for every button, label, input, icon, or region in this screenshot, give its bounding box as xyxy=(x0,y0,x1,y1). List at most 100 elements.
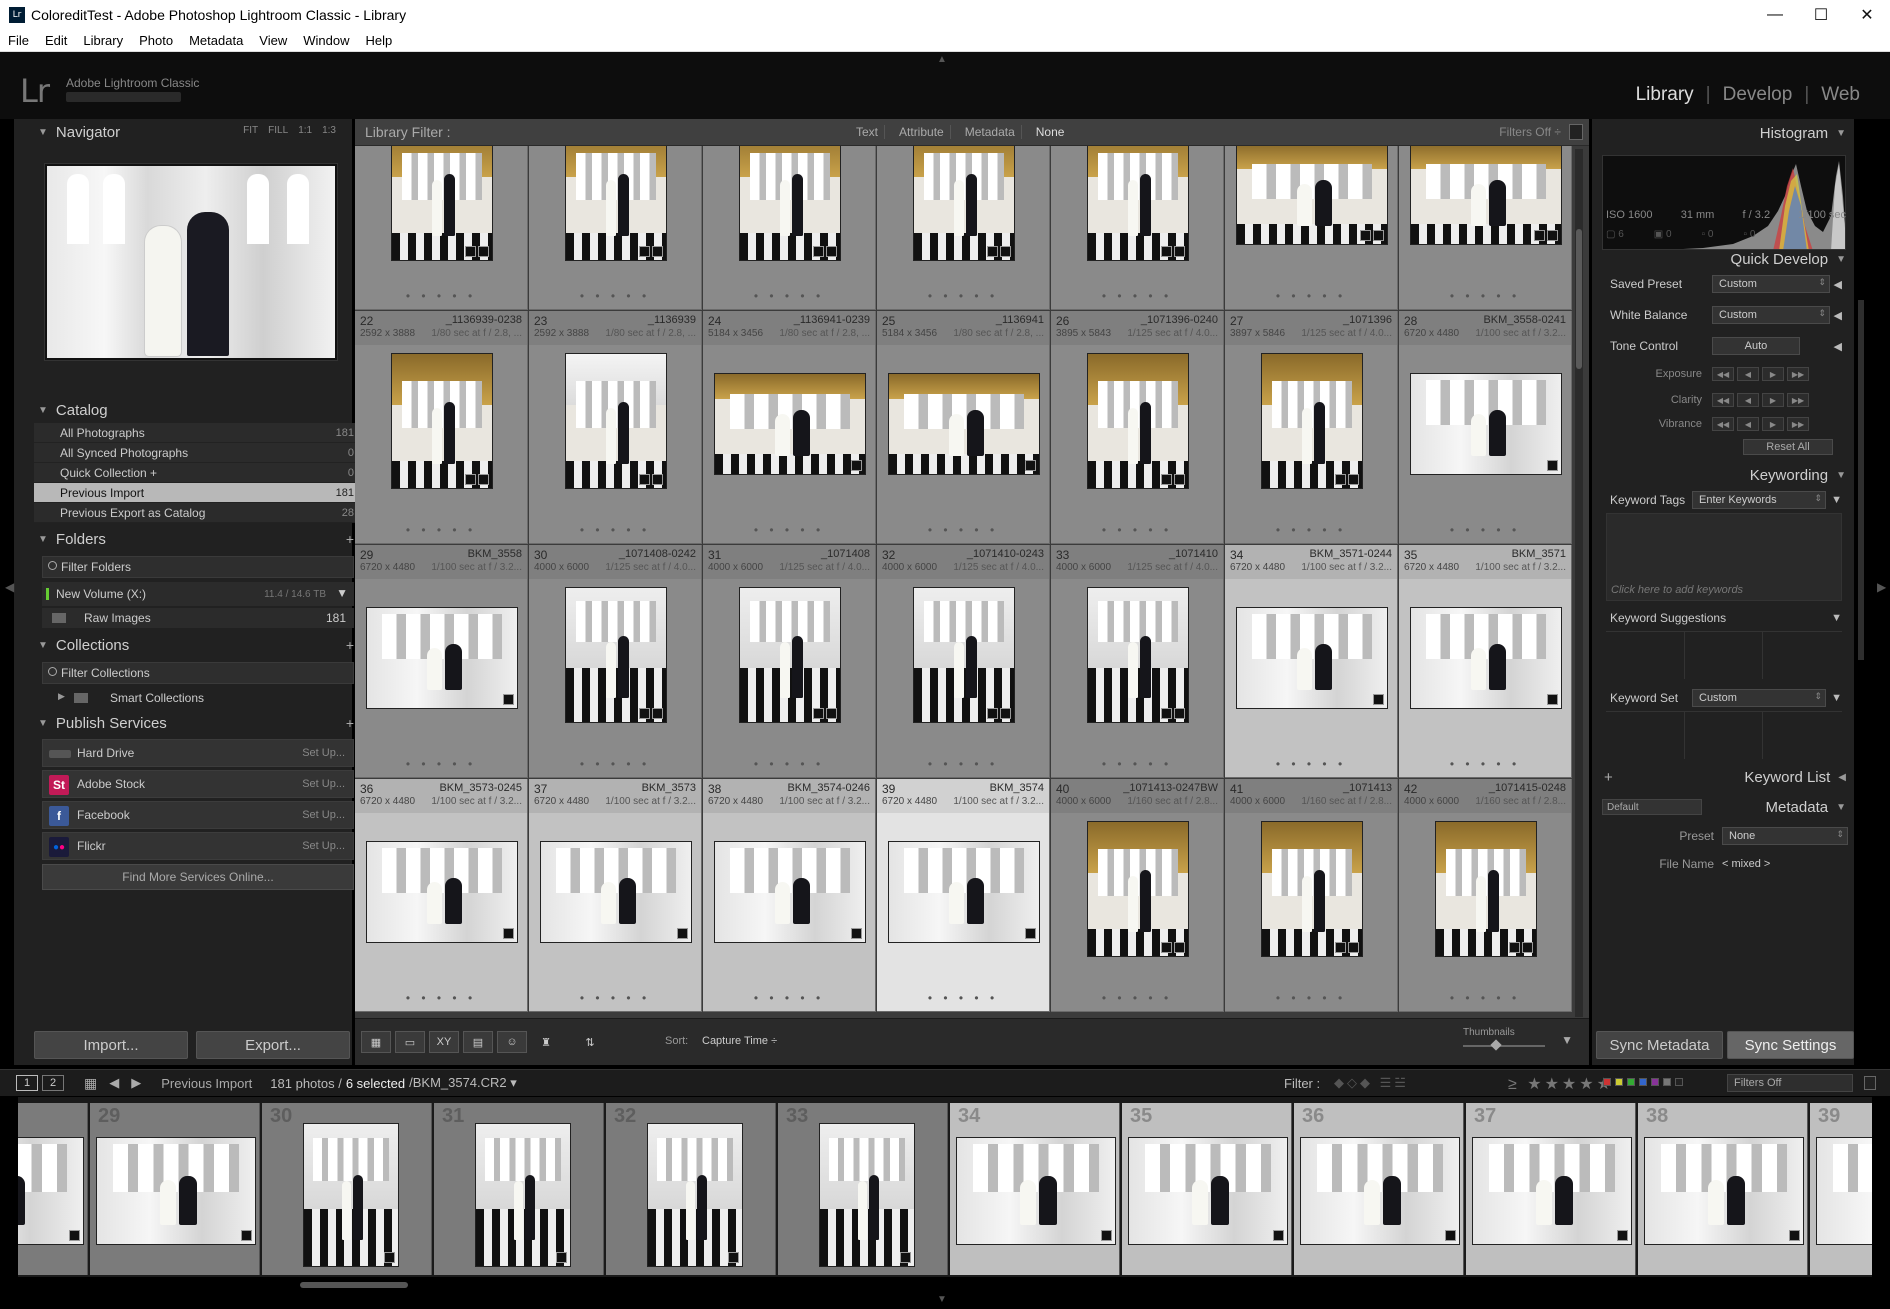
close-button[interactable]: ✕ xyxy=(1844,0,1890,30)
photo-thumbnail[interactable] xyxy=(366,607,518,709)
collapse-triangle-icon[interactable]: ▼ xyxy=(1836,128,1846,139)
filmstrip-thumbnail[interactable] xyxy=(1472,1137,1632,1245)
rating-dots[interactable]: • • • • • xyxy=(529,757,701,771)
rating-dots[interactable]: • • • • • xyxy=(1399,523,1571,537)
grid-cell[interactable]: 40 _1071413-0247BW 4000 x 6000 1/160 sec at… xyxy=(1051,779,1224,1012)
reset-all-button[interactable]: Reset All xyxy=(1743,439,1833,455)
add-keyword-icon[interactable]: + xyxy=(1604,769,1613,786)
collapse-left-icon[interactable]: ◀ xyxy=(1838,772,1846,783)
expand-triangle-icon[interactable]: ▶ xyxy=(58,691,65,702)
clarity-big-down[interactable]: ◀◀ xyxy=(1712,393,1734,407)
rating-dots[interactable]: • • • • • xyxy=(529,289,701,303)
photo-thumbnail[interactable] xyxy=(565,587,667,723)
expand-left-icon[interactable]: ◀ xyxy=(1834,340,1842,353)
grid-cell[interactable]: • • • • • xyxy=(355,146,528,310)
add-publish-service-icon[interactable]: + xyxy=(346,715,354,731)
filmstrip-thumbnail[interactable] xyxy=(1128,1137,1288,1245)
photo-thumbnail[interactable] xyxy=(739,146,841,261)
collapse-triangle-icon[interactable]: ▼ xyxy=(38,534,48,545)
histogram-header[interactable]: Histogram ▼ xyxy=(1592,119,1854,147)
rating-dots[interactable]: • • • • • xyxy=(703,523,875,537)
exposure-up[interactable]: ▶ xyxy=(1762,367,1784,381)
minimize-button[interactable]: — xyxy=(1752,0,1798,30)
module-develop[interactable]: Develop xyxy=(1723,84,1793,106)
collections-header[interactable]: ▼ Collections + xyxy=(34,632,362,658)
photo-thumbnail[interactable] xyxy=(391,146,493,261)
survey-view-icon[interactable]: ▤ xyxy=(463,1031,493,1053)
rating-dots[interactable]: • • • • • xyxy=(1051,757,1223,771)
rating-dots[interactable]: • • • • • xyxy=(877,757,1049,771)
grid-cell[interactable]: • • • • • xyxy=(1225,146,1398,310)
filmstrip-cell[interactable]: 36 xyxy=(1294,1103,1464,1275)
filmstrip-thumbnail[interactable] xyxy=(956,1137,1116,1245)
filmstrip-cell[interactable] xyxy=(18,1103,88,1275)
filter-folders-input[interactable]: Filter Folders xyxy=(42,556,354,578)
preset-dropdown[interactable]: None ⇕ xyxy=(1722,827,1848,845)
grid-scrollbar[interactable] xyxy=(1575,149,1583,1017)
photo-thumbnail[interactable] xyxy=(565,353,667,489)
filmstrip-cell[interactable]: 32 xyxy=(606,1103,776,1275)
filter-metadata[interactable]: Metadata xyxy=(959,125,1022,139)
white-balance-dropdown[interactable]: Custom ⇕ xyxy=(1712,306,1830,324)
folder-raw-images[interactable]: Raw Images 181 xyxy=(42,608,354,628)
rating-dots[interactable]: • • • • • xyxy=(1399,757,1571,771)
collapse-triangle-icon[interactable]: ▼ xyxy=(38,405,48,416)
collapse-triangle-icon[interactable]: ▼ xyxy=(38,127,48,138)
menu-file[interactable]: File xyxy=(0,33,37,48)
rating-dots[interactable]: • • • • • xyxy=(877,991,1049,1005)
catalog-header[interactable]: ▼ Catalog xyxy=(34,397,362,423)
clarity-big-up[interactable]: ▶▶ xyxy=(1787,393,1809,407)
rating-dots[interactable]: • • • • • xyxy=(877,523,1049,537)
sync-metadata-button[interactable]: Sync Metadata xyxy=(1596,1031,1723,1059)
photo-thumbnail[interactable] xyxy=(888,373,1040,475)
navigator-preview[interactable] xyxy=(44,163,338,361)
grid-cell[interactable]: • • • • • xyxy=(529,146,702,310)
yellow-label-icon[interactable] xyxy=(1615,1078,1623,1086)
grid-cell[interactable]: 32 _1071410-0243 4000 x 6000 1/125 sec at f… xyxy=(877,545,1050,778)
collapse-triangle-icon[interactable]: ▼ xyxy=(38,718,48,729)
catalog-item-all-photographs[interactable]: All Photographs 181 xyxy=(34,423,362,443)
photo-thumbnail[interactable] xyxy=(714,373,866,475)
grid-cell[interactable]: 41 _1071413 4000 x 6000 1/160 sec at f / 2.… xyxy=(1225,779,1398,1012)
expand-left-icon[interactable]: ◀ xyxy=(1834,278,1842,291)
menu-metadata[interactable]: Metadata xyxy=(181,33,251,48)
sort-dropdown[interactable]: Capture Time ÷ xyxy=(702,1035,777,1047)
collapse-filmstrip-icon[interactable]: ▼ xyxy=(937,1294,947,1305)
setup-link[interactable]: Set Up... xyxy=(302,809,345,821)
rating-dots[interactable]: • • • • • xyxy=(355,523,527,537)
blue-label-icon[interactable] xyxy=(1639,1078,1647,1086)
menu-library[interactable]: Library xyxy=(75,33,131,48)
filmstrip-thumbnail[interactable] xyxy=(18,1137,84,1245)
grid-cell[interactable]: 30 _1071408-0242 4000 x 6000 1/125 sec at f… xyxy=(529,545,702,778)
grid-cell[interactable]: • • • • • xyxy=(877,146,1050,310)
grid-cell[interactable]: 39 BKM_3574 6720 x 4480 1/100 sec at f / 3.… xyxy=(877,779,1050,1012)
rating-dots[interactable]: • • • • • xyxy=(1399,289,1571,303)
thumbnail-size-knob[interactable] xyxy=(1490,1039,1502,1051)
catalog-item-previous-import[interactable]: Previous Import 181 xyxy=(34,483,362,503)
filmstrip-thumbnail[interactable] xyxy=(819,1123,915,1267)
filmstrip-thumbnail[interactable] xyxy=(303,1123,399,1267)
chevron-down-icon[interactable]: ▼ xyxy=(1831,494,1842,506)
filmstrip-cell[interactable]: 35 xyxy=(1122,1103,1292,1275)
rating-dots[interactable]: • • • • • xyxy=(355,991,527,1005)
keyword-suggestions-grid[interactable] xyxy=(1606,631,1842,679)
purple-label-icon[interactable] xyxy=(1651,1078,1659,1086)
grid-cell[interactable]: 37 BKM_3573 6720 x 4480 1/100 sec at f / 3.… xyxy=(529,779,702,1012)
menu-photo[interactable]: Photo xyxy=(131,33,181,48)
zoom-1-3[interactable]: 1:3 xyxy=(322,125,336,136)
photo-thumbnail[interactable] xyxy=(1261,353,1363,489)
grid-cell[interactable]: • • • • • xyxy=(703,146,876,310)
filmstrip-cell[interactable]: 37 xyxy=(1466,1103,1636,1275)
filmstrip-thumbnail[interactable] xyxy=(96,1137,256,1245)
maximize-button[interactable]: ☐ xyxy=(1798,0,1844,30)
keywording-header[interactable]: Keywording ▼ xyxy=(1592,461,1854,489)
exposure-big-down[interactable]: ◀◀ xyxy=(1712,367,1734,381)
publish-services-header[interactable]: ▼ Publish Services + xyxy=(34,710,362,736)
module-web[interactable]: Web xyxy=(1821,84,1860,106)
filmstrip-cell[interactable]: 38 xyxy=(1638,1103,1808,1275)
clarity-down[interactable]: ◀ xyxy=(1737,393,1759,407)
collapse-left-panel-icon[interactable]: ◀ xyxy=(5,580,14,594)
photo-thumbnail[interactable] xyxy=(714,841,866,943)
grid-cell[interactable]: • • • • • xyxy=(1051,146,1224,310)
secondary-window-button[interactable]: 2 xyxy=(42,1075,64,1091)
